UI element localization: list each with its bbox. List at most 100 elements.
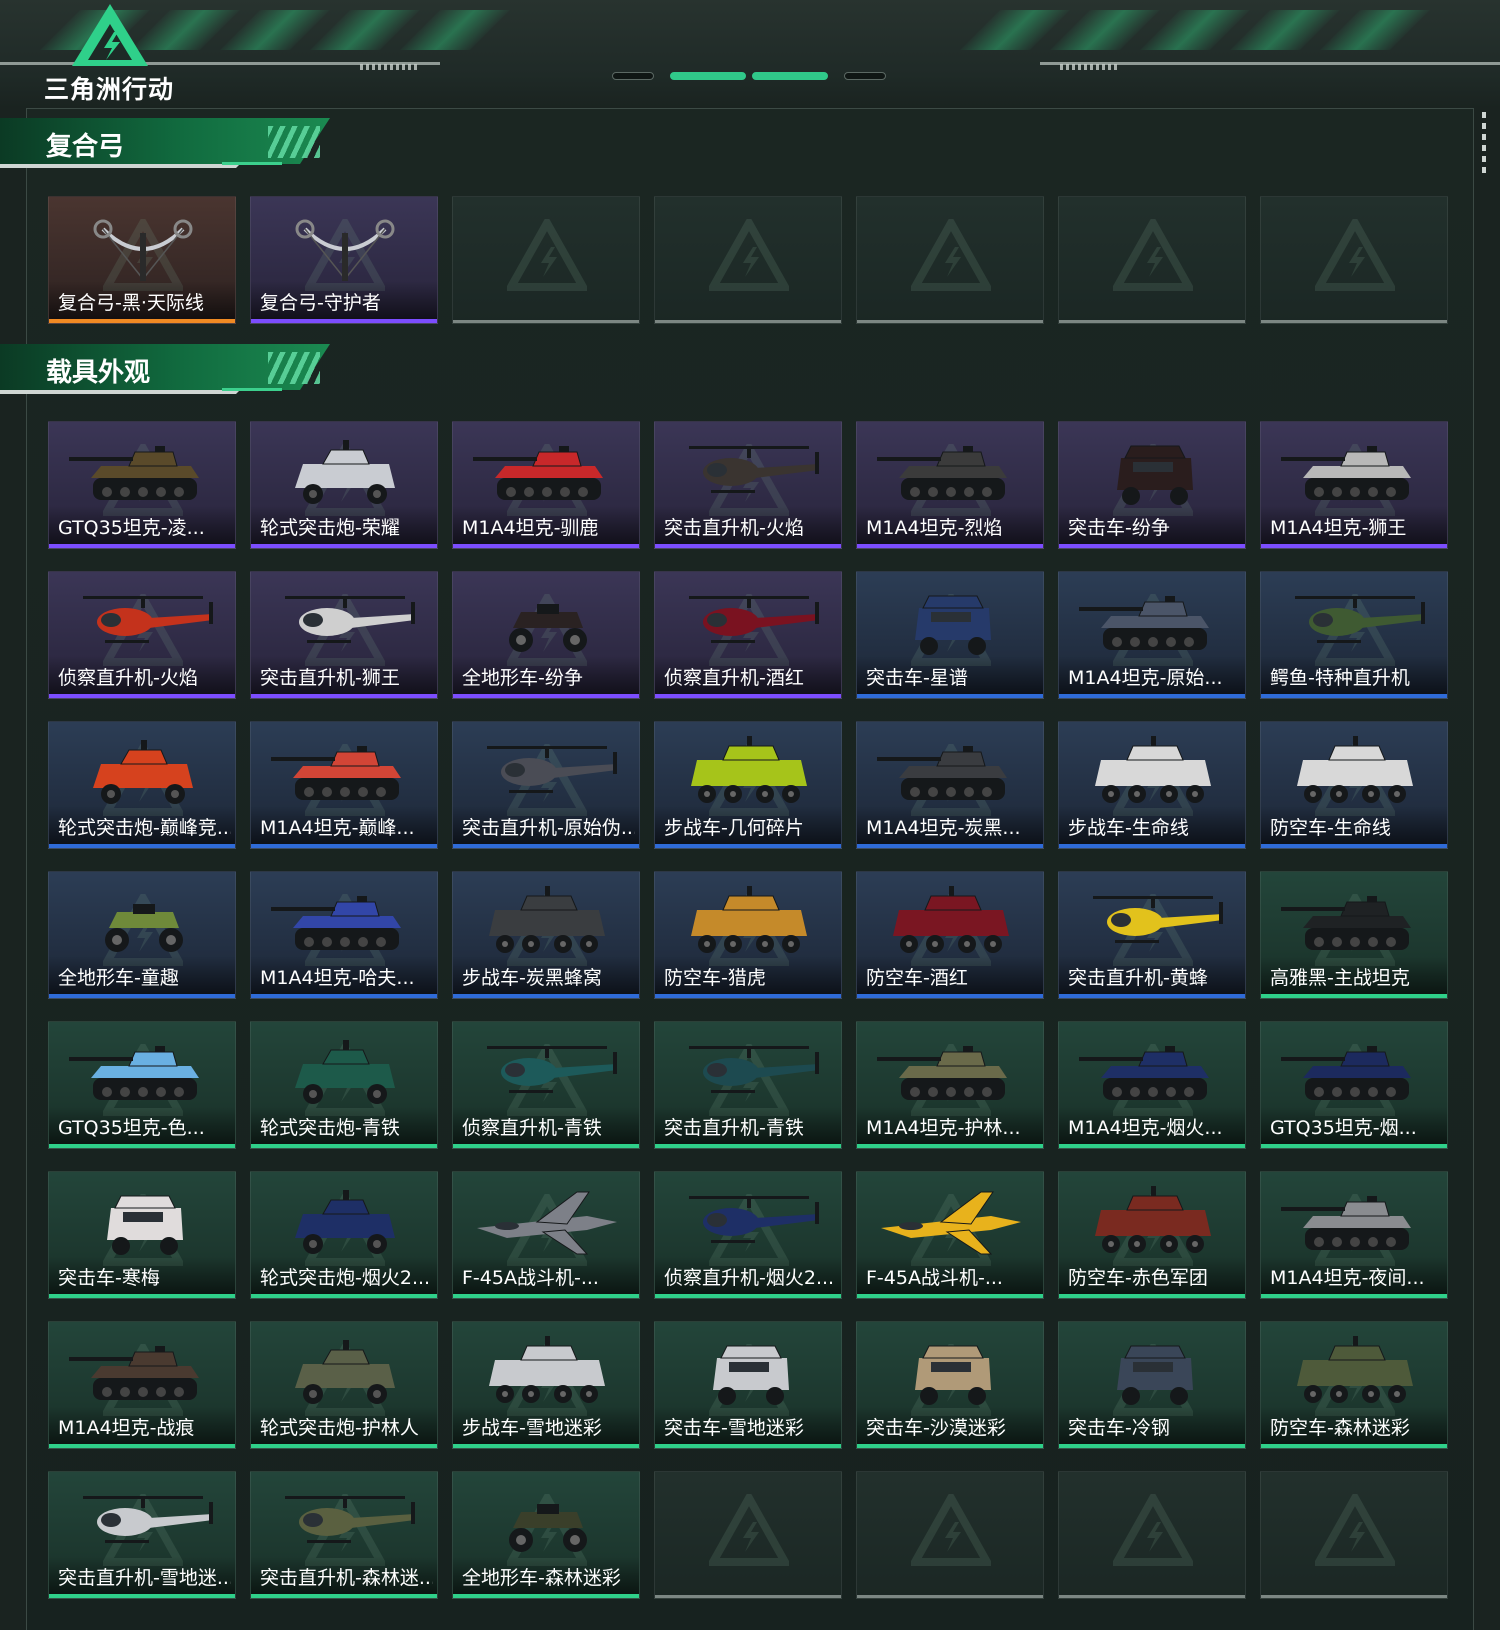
bow-icon (93, 219, 193, 281)
truck-icon (1117, 445, 1193, 505)
skin-card[interactable]: M1A4坦克-哈夫... (250, 871, 438, 999)
truck-icon (915, 1345, 991, 1405)
skin-card[interactable]: M1A4坦克-炭黑... (856, 721, 1044, 849)
skin-card[interactable]: 突击车-星谱 (856, 571, 1044, 699)
rarity-bar (1261, 1595, 1447, 1598)
skin-card[interactable]: 步战车-生命线 (1058, 721, 1246, 849)
tank-icon (69, 446, 199, 500)
heli-icon (689, 1196, 819, 1243)
skin-card[interactable]: M1A4坦克-烟火... (1058, 1021, 1246, 1149)
rarity-bar (49, 544, 235, 548)
skin-card[interactable]: GTQ35坦克-色... (48, 1021, 236, 1149)
skin-card[interactable]: 防空车-生命线 (1260, 721, 1448, 849)
skin-card[interactable]: 侦察直升机-青铁 (452, 1021, 640, 1149)
delta-watermark-icon (911, 1494, 991, 1566)
skin-name: M1A4坦克-炭黑... (866, 817, 1021, 839)
skin-name: 突击车-星谱 (866, 667, 968, 689)
empty-slot (654, 1471, 842, 1599)
skin-card[interactable]: M1A4坦克-驯鹿 (452, 421, 640, 549)
header-stripe (310, 10, 420, 50)
skin-card[interactable]: 步战车-几何碎片 (654, 721, 842, 849)
rarity-bar (49, 694, 235, 698)
skin-card[interactable]: 突击直升机-黄蜂 (1058, 871, 1246, 999)
section-banner-vehicle: 载具外观 (0, 344, 330, 396)
skin-card[interactable]: 突击车-寒梅 (48, 1171, 236, 1299)
tank-icon (69, 1346, 199, 1400)
skin-card[interactable]: 突击车-雪地迷彩 (654, 1321, 842, 1449)
skin-card[interactable]: 防空车-酒红 (856, 871, 1044, 999)
skin-card[interactable]: 侦察直升机-火焰 (48, 571, 236, 699)
skin-card[interactable]: 突击直升机-原始伪... (452, 721, 640, 849)
skin-card[interactable]: 复合弓-黑·天际线 (48, 196, 236, 324)
skin-card[interactable]: F-45A战斗机-... (856, 1171, 1044, 1299)
skin-name: M1A4坦克-战痕 (58, 1417, 195, 1439)
skin-card[interactable]: F-45A战斗机-... (452, 1171, 640, 1299)
skin-card[interactable]: 防空车-森林迷彩 (1260, 1321, 1448, 1449)
skin-card[interactable]: 突击车-纷争 (1058, 421, 1246, 549)
skin-name: M1A4坦克-驯鹿 (462, 517, 599, 539)
scroll-indicator[interactable] (1482, 112, 1486, 174)
rarity-bar (655, 544, 841, 548)
skin-card[interactable]: 突击直升机-狮王 (250, 571, 438, 699)
skin-card[interactable]: GTQ35坦克-凌... (48, 421, 236, 549)
rarity-bar (857, 544, 1043, 548)
section-banner-bow: 复合弓 (0, 118, 330, 170)
rarity-bar (857, 1144, 1043, 1148)
skin-card[interactable]: M1A4坦克-狮王 (1260, 421, 1448, 549)
skin-card[interactable]: 全地形车-纷争 (452, 571, 640, 699)
rarity-bar (1261, 1294, 1447, 1298)
skin-card[interactable]: M1A4坦克-巅峰... (250, 721, 438, 849)
skin-name: 突击直升机-原始伪... (462, 817, 635, 839)
apc8-icon (1297, 1336, 1413, 1403)
skin-card[interactable]: M1A4坦克-烈焰 (856, 421, 1044, 549)
skin-card[interactable]: 步战车-雪地迷彩 (452, 1321, 640, 1449)
rarity-bar (251, 1294, 437, 1298)
skin-card[interactable]: 防空车-赤色军团 (1058, 1171, 1246, 1299)
skin-card[interactable]: 突击车-沙漠迷彩 (856, 1321, 1044, 1449)
skin-card[interactable]: GTQ35坦克-烟... (1260, 1021, 1448, 1149)
rarity-bar (453, 320, 639, 323)
skin-card[interactable]: 复合弓-守护者 (250, 196, 438, 324)
skin-card[interactable]: 侦察直升机-烟火2... (654, 1171, 842, 1299)
rarity-bar (453, 1594, 639, 1598)
delta-watermark-icon (709, 1494, 789, 1566)
skin-name: F-45A战斗机-... (866, 1267, 1003, 1289)
skin-card[interactable]: 高雅黑-主战坦克 (1260, 871, 1448, 999)
rarity-bar (49, 1594, 235, 1598)
skin-card[interactable]: 轮式突击炮-青铁 (250, 1021, 438, 1149)
skin-name: 突击直升机-森林迷... (260, 1567, 433, 1589)
skin-card[interactable]: 鳄鱼-特种直升机 (1260, 571, 1448, 699)
rarity-bar (857, 1444, 1043, 1448)
skin-card[interactable]: 全地形车-童趣 (48, 871, 236, 999)
delta-logo-icon (72, 4, 148, 66)
skin-card[interactable]: M1A4坦克-原始... (1058, 571, 1246, 699)
skin-name: 突击车-雪地迷彩 (664, 1417, 804, 1439)
skin-name: M1A4坦克-夜间... (1270, 1267, 1425, 1289)
skin-card[interactable]: M1A4坦克-夜间... (1260, 1171, 1448, 1299)
skin-card[interactable]: M1A4坦克-护林... (856, 1021, 1044, 1149)
skin-card[interactable]: 全地形车-森林迷彩 (452, 1471, 640, 1599)
skin-name: 高雅黑-主战坦克 (1270, 967, 1410, 989)
rarity-bar (453, 1294, 639, 1298)
skin-name: M1A4坦克-狮王 (1270, 517, 1407, 539)
heli-icon (689, 596, 819, 643)
rarity-bar (1261, 1144, 1447, 1148)
skin-card[interactable]: 轮式突击炮-护林人 (250, 1321, 438, 1449)
skin-card[interactable]: 防空车-猎虎 (654, 871, 842, 999)
truck-icon (107, 1195, 183, 1255)
skin-card[interactable]: 轮式突击炮-巅峰竞... (48, 721, 236, 849)
rarity-bar (857, 320, 1043, 323)
skin-card[interactable]: 突击直升机-青铁 (654, 1021, 842, 1149)
skin-card[interactable]: 侦察直升机-酒红 (654, 571, 842, 699)
skin-card[interactable]: 轮式突击炮-荣耀 (250, 421, 438, 549)
skin-card[interactable]: 突击直升机-火焰 (654, 421, 842, 549)
skin-card[interactable]: 步战车-炭黑蜂窝 (452, 871, 640, 999)
skin-card[interactable]: 突击直升机-森林迷... (250, 1471, 438, 1599)
skin-card[interactable]: M1A4坦克-战痕 (48, 1321, 236, 1449)
skin-card[interactable]: 突击直升机-雪地迷... (48, 1471, 236, 1599)
skin-card[interactable]: 突击车-冷钢 (1058, 1321, 1246, 1449)
skin-name: 复合弓-守护者 (260, 292, 381, 314)
rarity-bar (655, 1444, 841, 1448)
apc8-icon (691, 736, 807, 803)
skin-card[interactable]: 轮式突击炮-烟火2... (250, 1171, 438, 1299)
